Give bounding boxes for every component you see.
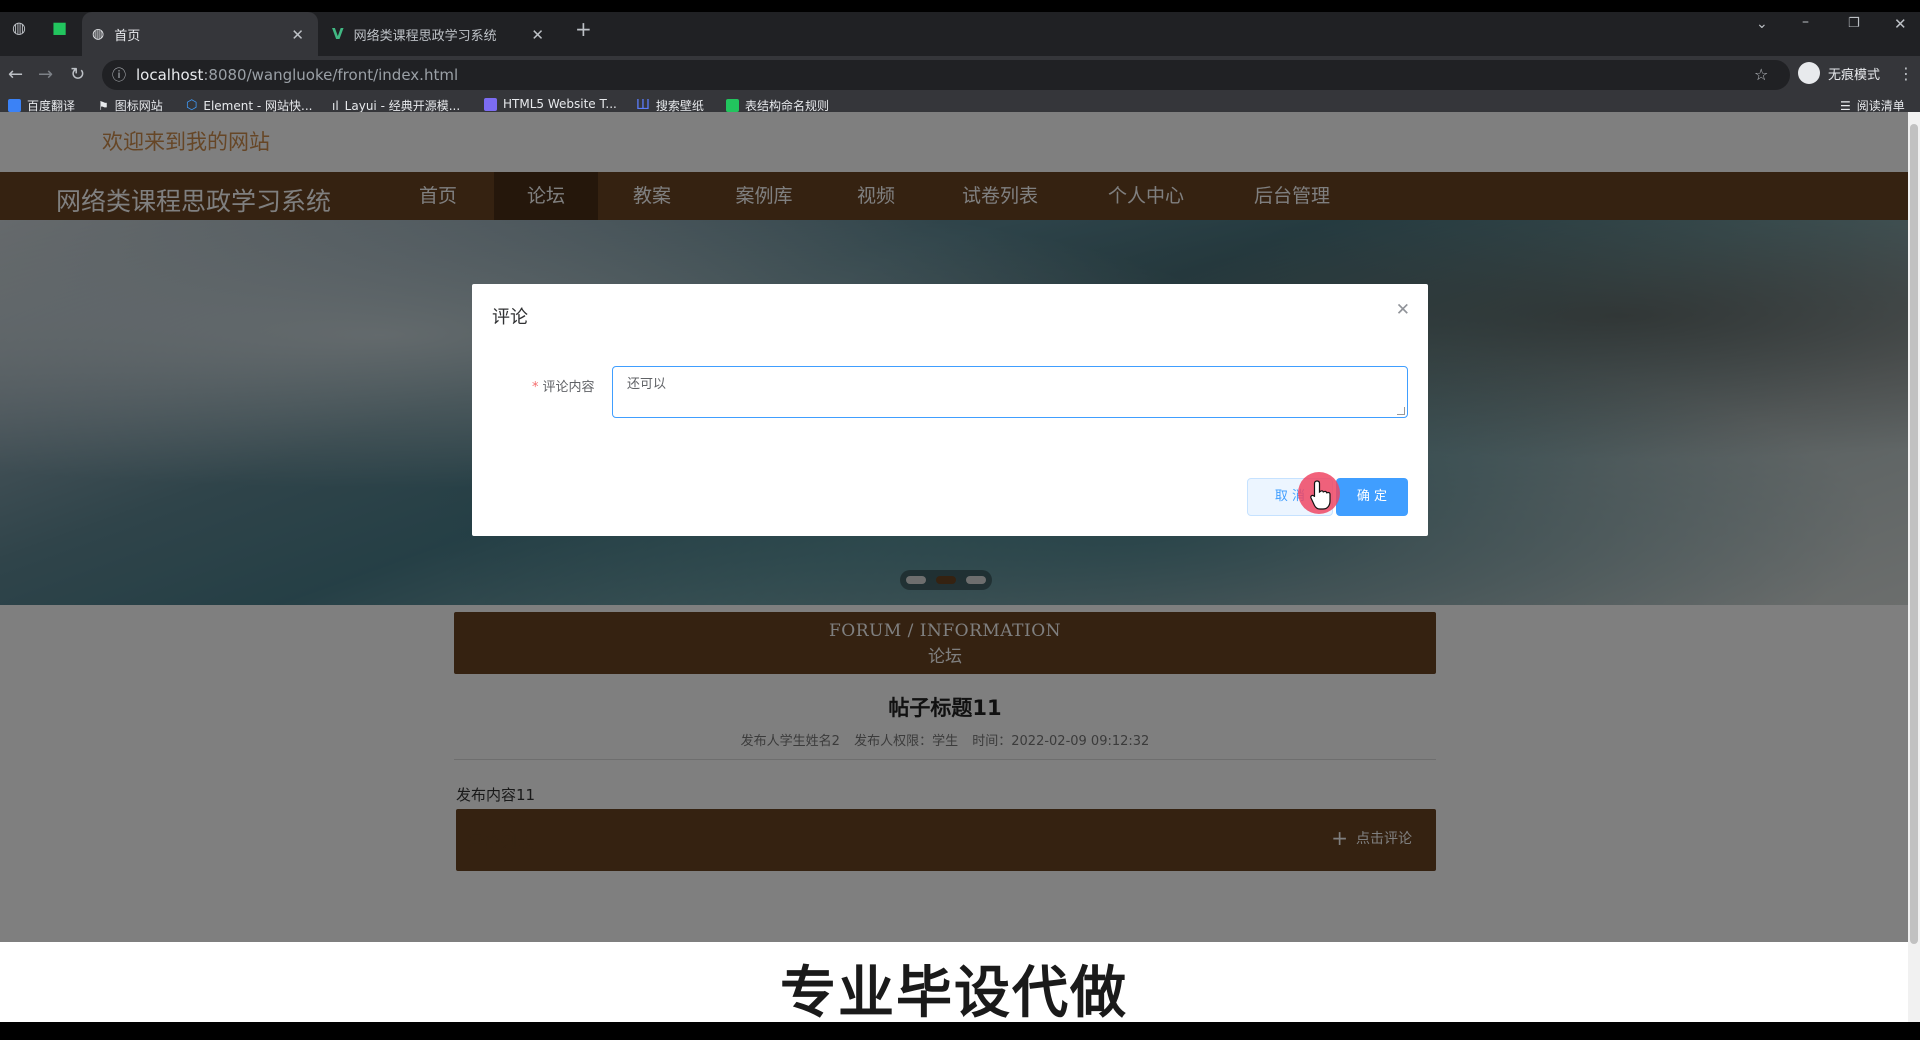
url-field[interactable]: ⓘ localhost:8080/wangluoke/front/index.h… (102, 60, 1790, 90)
hand-cursor-icon (1310, 480, 1331, 510)
confirm-label: 确 定 (1356, 489, 1388, 504)
app-icon[interactable]: ■ (52, 18, 67, 37)
bookmark-label: HTML5 Website T... (503, 97, 617, 111)
url-path: :8080/wangluoke/front/index.html (203, 66, 459, 84)
layui-icon: ıl (332, 98, 339, 113)
dialog-title: 评论 (492, 307, 528, 328)
scroll-thumb[interactable] (1910, 124, 1918, 944)
scrollbar[interactable] (1908, 112, 1920, 1022)
required-asterisk: * (532, 380, 539, 395)
tab-title: 首页 (114, 28, 141, 44)
top-strip (0, 0, 1920, 12)
footer-band: 专业毕设代做 (0, 942, 1908, 1022)
confirm-button[interactable]: 确 定 (1336, 478, 1408, 516)
flag-icon: ⚑ (98, 98, 109, 113)
back-icon[interactable]: ← (8, 64, 23, 85)
restore-icon[interactable]: ❐ (1848, 16, 1860, 31)
tab-title: 网络类课程思政学习系统 (353, 28, 497, 44)
watermark-text: 专业毕设代做 (780, 961, 1128, 1022)
html5-icon (484, 97, 497, 111)
vue-icon: V (332, 25, 344, 43)
url-host: localhost (136, 66, 204, 84)
incognito-icon (1798, 62, 1820, 84)
info-icon[interactable]: ⓘ (112, 65, 126, 85)
bookmark-icon (8, 99, 21, 112)
tab-home[interactable]: ◍ 首页 ✕ (82, 12, 318, 56)
bookmark-item[interactable]: HTML5 Website T... (484, 97, 617, 111)
comment-textarea-value: 还可以 (627, 377, 667, 392)
tab-system[interactable]: V 网络类课程思政学习系统 ✕ (322, 12, 558, 56)
browser-tabbar: ◍ ■ ◍ 首页 ✕ V 网络类课程思政学习系统 ✕ + ⌄ – ❐ ✕ (0, 0, 1920, 56)
chevron-down-icon[interactable]: ⌄ (1756, 16, 1768, 32)
address-bar: ← → ↻ ⓘ localhost:8080/wangluoke/front/i… (0, 56, 1920, 94)
close-icon[interactable]: ✕ (1396, 300, 1410, 320)
menu-icon[interactable]: ⋮ (1898, 64, 1914, 83)
comment-dialog: 评论 ✕ * 评论内容 还可以 取 消 确 定 (472, 284, 1428, 536)
globe-icon[interactable]: ◍ (12, 18, 26, 37)
minimize-icon[interactable]: – (1802, 14, 1809, 30)
new-tab-icon[interactable]: + (575, 17, 592, 41)
globe-icon: ◍ (92, 26, 105, 42)
window-close-icon[interactable]: ✕ (1894, 15, 1907, 33)
reload-icon[interactable]: ↻ (70, 64, 85, 85)
profile-label: 无痕模式 (1828, 67, 1881, 83)
url-text: localhost:8080/wangluoke/front/index.htm… (136, 66, 458, 84)
sheet-icon (726, 99, 739, 112)
comment-field-label: * 评论内容 (532, 376, 595, 395)
star-icon[interactable]: ☆ (1754, 65, 1768, 84)
forward-icon[interactable]: → (38, 64, 53, 85)
web-page: 欢迎来到我的网站 网络类课程思政学习系统 首页 论坛 教案 案例库 视频 试卷列… (0, 112, 1908, 1022)
comment-field-label-text: 评论内容 (542, 380, 595, 395)
profile-button[interactable]: 无痕模式 (1798, 62, 1880, 84)
close-icon[interactable]: ✕ (531, 26, 544, 44)
resize-handle[interactable] (1397, 407, 1405, 415)
bottom-border (0, 1022, 1920, 1040)
wallpaper-icon: Ш (636, 98, 650, 113)
element-icon: ⬡ (186, 98, 198, 113)
close-icon[interactable]: ✕ (291, 26, 304, 44)
reading-list-icon: ☰ (1840, 98, 1851, 113)
screen: ◍ ■ ◍ 首页 ✕ V 网络类课程思政学习系统 ✕ + ⌄ – ❐ ✕ ← →… (0, 0, 1920, 1040)
comment-textarea[interactable]: 还可以 (612, 366, 1408, 418)
